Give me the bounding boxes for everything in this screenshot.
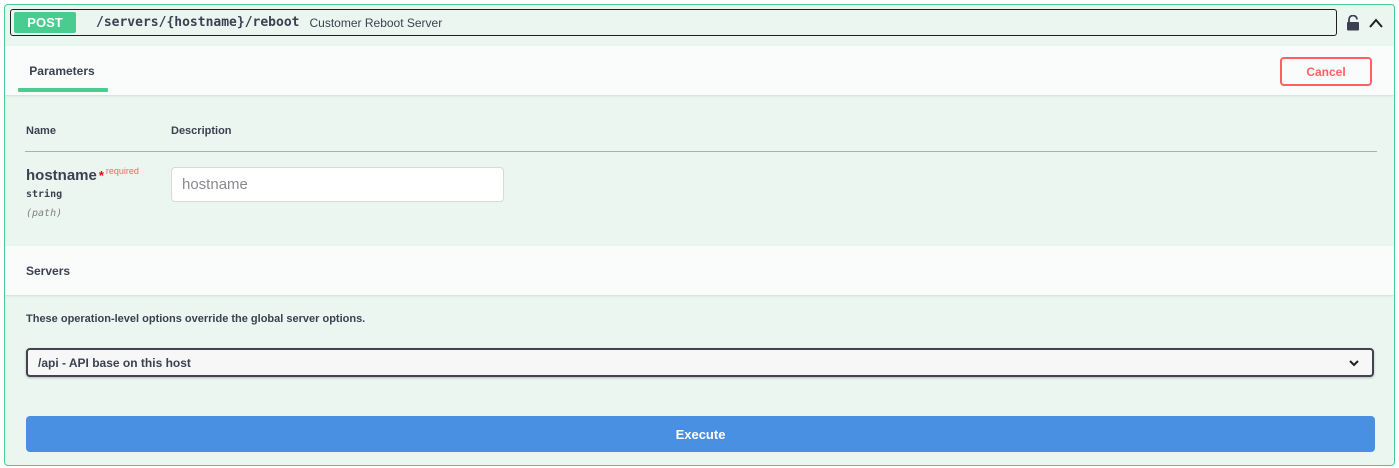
servers-description: These operation-level options override t… [26,313,366,325]
required-label: required [105,166,139,176]
parameter-name: hostname * required [26,166,139,184]
parameter-type: string [26,189,63,200]
execute-button[interactable]: Execute [26,416,1375,452]
servers-header: Servers [5,246,1394,295]
operation-path: /servers/{hostname}/reboot [96,15,300,30]
hostname-input[interactable] [171,167,504,202]
column-header-description: Description [171,125,232,137]
cancel-button[interactable]: Cancel [1280,57,1372,86]
parameter-name-text: hostname [26,167,97,184]
operation-summary[interactable]: POST /servers/{hostname}/reboot Customer… [10,9,1337,36]
operation-block-post: POST /servers/{hostname}/reboot Customer… [4,4,1395,466]
lock-icon[interactable] [1346,15,1360,31]
server-select-value: /api - API base on this host [38,355,191,370]
servers-title: Servers [26,263,71,278]
chevron-down-icon [1349,360,1359,367]
method-badge: POST [14,12,76,33]
parameter-location: (path) [26,208,63,219]
column-header-name: Name [26,125,56,137]
chevron-up-icon[interactable] [1368,16,1384,30]
required-star: * [98,168,104,183]
column-divider [25,151,1377,152]
parameters-header: Parameters Cancel [5,46,1394,95]
operation-summary-text: Customer Reboot Server [309,15,443,30]
active-tab-indicator [18,88,108,92]
server-select[interactable]: /api - API base on this host [26,348,1374,377]
